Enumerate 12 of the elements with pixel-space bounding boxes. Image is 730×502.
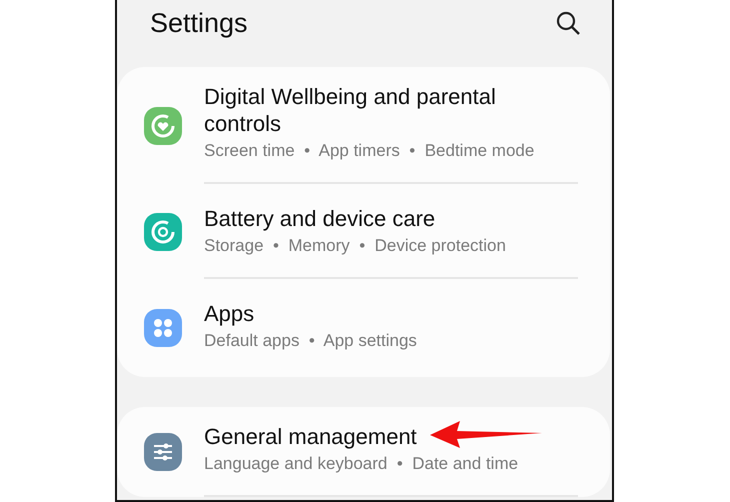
- sliders-icon: [144, 433, 182, 471]
- setting-title[interactable]: General management: [204, 423, 578, 450]
- setting-subtitle: Screen time • App timers • Bedtime mode: [204, 140, 536, 162]
- setting-title[interactable]: Apps: [204, 300, 578, 327]
- search-icon[interactable]: [556, 11, 580, 35]
- setting-subtitle: Storage • Memory • Device protection: [204, 235, 507, 257]
- setting-title[interactable]: Digital Wellbeing and parental controls: [204, 83, 578, 137]
- setting-subtitle: Language and keyboard • Date and time: [204, 453, 520, 475]
- setting-title[interactable]: Battery and device care: [204, 205, 578, 232]
- four-dots-icon: [144, 309, 182, 347]
- setting-subtitle: Default apps • App settings: [204, 330, 418, 352]
- page-title: Settings: [150, 8, 248, 38]
